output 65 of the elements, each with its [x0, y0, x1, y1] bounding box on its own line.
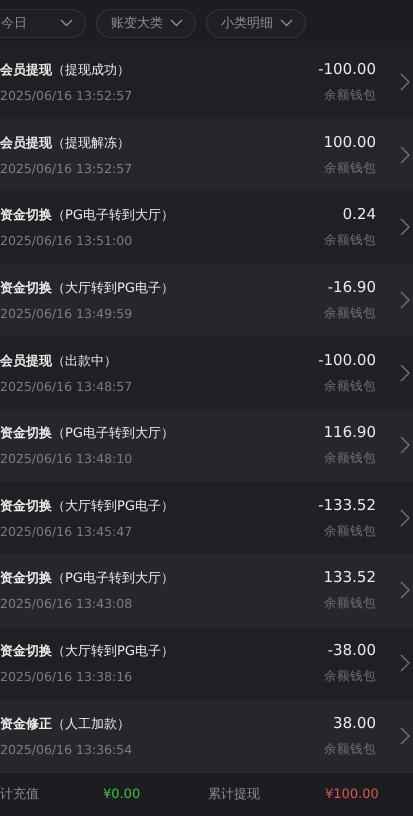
- transaction-time: 2025/06/16 13:48:57: [0, 378, 134, 394]
- filter-dropdown[interactable]: 账变大类: [96, 8, 196, 38]
- transaction-amount: 0.24: [342, 205, 376, 224]
- transaction-amount: 116.90: [324, 423, 376, 442]
- transaction-amount: -133.52: [318, 496, 376, 514]
- transaction-title: 会员提现（提现解冻）: [0, 134, 131, 152]
- wallet-label: 余额钱包: [324, 305, 376, 322]
- transaction-title: 资金切换（PG电子转到大厅）: [0, 570, 175, 588]
- transaction-time: 2025/06/16 13:48:10: [0, 451, 134, 466]
- transaction-time: 2025/06/16 13:36:54: [0, 742, 134, 757]
- chevron-right-icon: [400, 581, 410, 600]
- transaction-time: 2025/06/16 13:38:16: [0, 669, 134, 684]
- caret-icon: [280, 19, 293, 27]
- wallet-label: 余额钱包: [324, 378, 376, 395]
- deposit-total: ¥0.00: [103, 786, 142, 802]
- filter-dropdown[interactable]: 今日: [0, 8, 86, 38]
- chevron-right-icon: [400, 218, 410, 236]
- transaction-row[interactable]: 资金修正（人工加款） 2025/06/16 13:36:54 38.00 余额钱包: [0, 699, 413, 772]
- chevron-right-icon: [400, 436, 410, 454]
- wallet-label: 余额钱包: [324, 522, 376, 540]
- wallet-label: 余额钱包: [324, 740, 376, 758]
- transaction-row[interactable]: 资金切换（PG电子转到大厅） 2025/06/16 13:48:10 116.90 余额钱包: [0, 408, 413, 482]
- chevron-right-icon: [400, 146, 410, 164]
- chevron-right-icon: [400, 73, 410, 92]
- transaction-amount: -16.90: [328, 278, 376, 296]
- filter-dropdown[interactable]: 小类明细: [206, 8, 306, 38]
- transaction-row[interactable]: 会员提现（提现解冻） 2025/06/16 13:52:57 100.00 余额钱包: [0, 118, 413, 192]
- transaction-title: 资金切换（大厅转到PG电子）: [0, 643, 175, 660]
- wallet-label: 余额钱包: [324, 595, 376, 612]
- chevron-right-icon: [400, 364, 410, 382]
- wallet-label: 余额钱包: [324, 668, 376, 686]
- withdraw-total: ¥100.00: [325, 786, 380, 802]
- transaction-title: 资金切换（大厅转到PG电子）: [0, 280, 175, 298]
- wallet-label: 余额钱包: [324, 160, 376, 177]
- transaction-title: 资金切换（大厅转到PG电子）: [0, 498, 175, 515]
- transaction-amount: 100.00: [324, 132, 376, 151]
- transaction-title: 资金切换（PG电子转到大厅）: [0, 425, 175, 442]
- withdraw-label: 累计提现: [208, 786, 261, 804]
- transaction-row[interactable]: 资金切换（大厅转到PG电子） 2025/06/16 13:49:59 -16.90 余额钱包: [0, 264, 413, 336]
- transaction-title: 资金切换（PG电子转到大厅）: [0, 207, 175, 224]
- transaction-amount: -100.00: [318, 350, 376, 369]
- transaction-time: 2025/06/16 13:52:57: [0, 88, 134, 104]
- deposit-label: 计充值: [0, 786, 40, 804]
- transaction-amount: -100.00: [318, 60, 376, 78]
- transaction-amount: 133.52: [324, 568, 376, 586]
- chevron-right-icon: [400, 654, 410, 672]
- transaction-row[interactable]: 资金切换（PG电子转到大厅） 2025/06/16 13:43:08 133.52 余额钱包: [0, 554, 413, 627]
- chevron-right-icon: [400, 508, 410, 527]
- wallet-label: 余额钱包: [324, 232, 376, 250]
- transaction-title: 资金修正（人工加款）: [0, 716, 131, 733]
- chevron-right-icon: [400, 726, 410, 745]
- caret-icon: [60, 19, 73, 27]
- transaction-title: 会员提现（提现成功）: [0, 62, 131, 80]
- transaction-time: 2025/06/16 13:49:59: [0, 306, 134, 322]
- wallet-label: 余额钱包: [324, 87, 376, 104]
- caret-icon: [170, 19, 183, 27]
- transaction-amount: 38.00: [333, 714, 376, 732]
- transaction-time: 2025/06/16 13:52:57: [0, 160, 134, 176]
- chevron-right-icon: [400, 291, 410, 310]
- transaction-time: 2025/06/16 13:51:00: [0, 233, 134, 248]
- transaction-title: 会员提现（出款中）: [0, 352, 118, 370]
- transaction-time: 2025/06/16 13:45:47: [0, 524, 134, 539]
- transaction-time: 2025/06/16 13:43:08: [0, 596, 134, 612]
- transaction-amount: -38.00: [328, 641, 376, 660]
- wallet-label: 余额钱包: [324, 450, 376, 468]
